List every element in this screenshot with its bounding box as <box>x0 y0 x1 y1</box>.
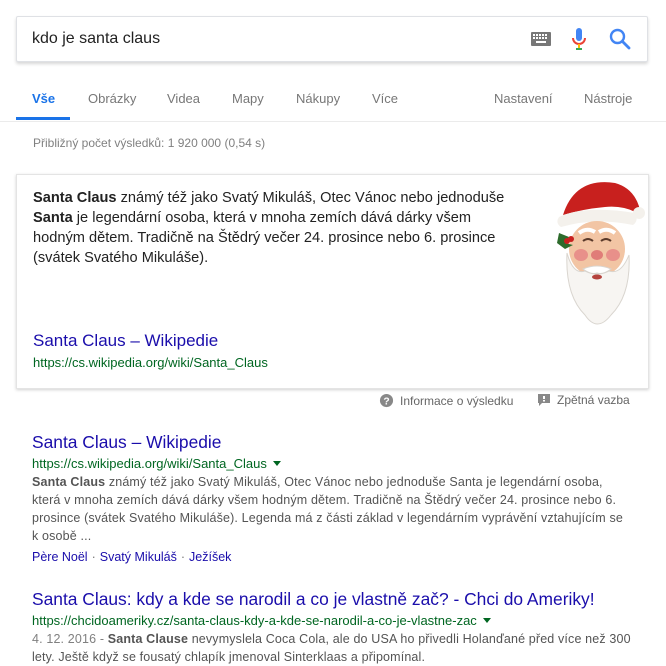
result-snippet-bold: Santa Claus <box>32 475 106 489</box>
tab-more[interactable]: Více <box>372 91 398 106</box>
result-sitelinks: Père Noël · Svatý Mikuláš · Ježíšek <box>32 550 632 564</box>
featured-snippet-card: Santa Claus známý též jako Svatý Mikuláš… <box>16 174 649 389</box>
microphone-icon[interactable] <box>571 27 587 56</box>
result-url: https://chcidoameriky.cz/santa-claus-kdy… <box>32 613 632 628</box>
feedback-label: Zpětná vazba <box>557 393 630 407</box>
result-snippet: Santa Claus známý též jako Svatý Mikuláš… <box>32 473 632 545</box>
featured-snippet-bold: Santa Claus <box>33 190 117 206</box>
featured-snippet-text-part: je legendární osoba, která v mnoha zemíc… <box>33 210 496 266</box>
about-result-link[interactable]: ? Informace o výsledku <box>379 393 513 408</box>
help-icon: ? <box>379 393 394 407</box>
featured-snippet-text: Santa Claus známý též jako Svatý Mikuláš… <box>33 188 523 268</box>
result-snippet-bold: Santa Clause <box>107 632 189 646</box>
featured-snippet-link[interactable]: Santa Claus – Wikipedie <box>33 331 218 351</box>
tab-shopping[interactable]: Nákupy <box>296 91 340 106</box>
result-snippet: 4. 12. 2016 - Santa Clause nevymyslela C… <box>32 630 632 666</box>
tab-maps[interactable]: Mapy <box>232 91 264 106</box>
svg-text:?: ? <box>383 396 389 407</box>
search-result: Santa Claus: kdy a kde se narodil a co j… <box>32 589 632 666</box>
result-url-text: https://cs.wikipedia.org/wiki/Santa_Clau… <box>32 456 267 471</box>
result-title[interactable]: Santa Claus: kdy a kde se narodil a co j… <box>32 589 632 610</box>
tab-videos[interactable]: Videa <box>167 91 200 106</box>
santa-claus-image[interactable] <box>545 175 645 340</box>
sitelink-jezisek[interactable]: Ježíšek <box>189 550 231 564</box>
tab-tools[interactable]: Nástroje <box>584 91 632 106</box>
tab-images[interactable]: Obrázky <box>88 91 136 106</box>
sitelink-svaty-mikulas[interactable]: Svatý Mikuláš <box>100 550 177 564</box>
search-tabs: Vše Obrázky Videa Mapy Nákupy Více Nasta… <box>0 76 666 122</box>
search-input[interactable] <box>32 28 512 50</box>
feedback-link[interactable]: Zpětná vazba <box>537 393 630 407</box>
keyboard-icon[interactable] <box>531 32 551 51</box>
search-box <box>16 16 648 62</box>
result-url: https://cs.wikipedia.org/wiki/Santa_Clau… <box>32 456 632 471</box>
sitelink-separator: · <box>91 550 96 564</box>
result-title[interactable]: Santa Claus – Wikipedie <box>32 432 632 453</box>
result-snippet-text: známý též jako Svatý Mikuláš, Otec Vánoc… <box>32 475 623 543</box>
tab-settings[interactable]: Nastavení <box>494 91 553 106</box>
result-stats: Přibližný počet výsledků: 1 920 000 (0,5… <box>33 136 266 150</box>
chevron-down-icon[interactable] <box>272 461 281 466</box>
about-result-label: Informace o výsledku <box>400 394 514 408</box>
sitelink-pere-noel[interactable]: Père Noël <box>32 550 88 564</box>
chevron-down-icon[interactable] <box>482 618 491 623</box>
featured-snippet-text-part: známý též jako Svatý Mikuláš, Otec Vánoc… <box>116 190 505 206</box>
result-url-text: https://chcidoameriky.cz/santa-claus-kdy… <box>32 613 477 628</box>
tab-all[interactable]: Vše <box>32 91 55 106</box>
featured-snippet-bold: Santa <box>33 210 73 226</box>
result-date: 4. 12. 2016 - <box>32 632 108 646</box>
active-tab-indicator <box>16 117 70 120</box>
featured-snippet-url: https://cs.wikipedia.org/wiki/Santa_Clau… <box>33 355 268 370</box>
search-result: Santa Claus – Wikipedie https://cs.wikip… <box>32 432 632 564</box>
search-icon[interactable] <box>609 28 631 55</box>
sitelink-separator: · <box>180 550 186 564</box>
feedback-icon <box>538 394 550 406</box>
